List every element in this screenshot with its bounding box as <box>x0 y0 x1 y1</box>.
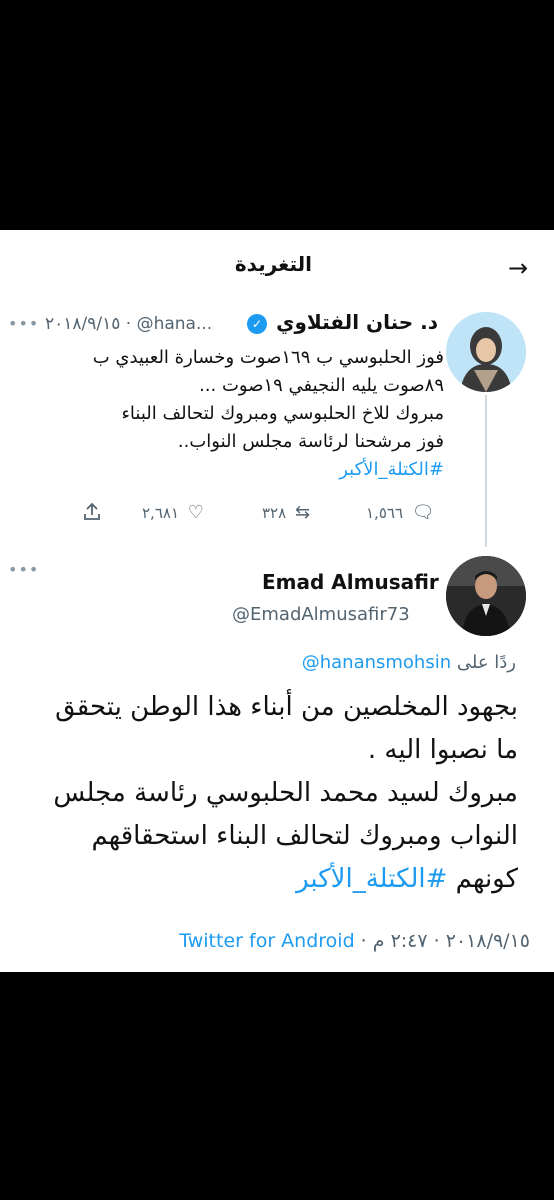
tweet-date: ٢٠١٨/٩/١٥ <box>445 930 530 952</box>
tweet-time: ٢:٤٧ م <box>372 930 428 952</box>
tweet2-text: بجهود المخلصين من أبناء هذا الوطن يتحقق … <box>18 686 518 901</box>
tweet1-hashtag[interactable]: #الكتلة_الأكبر <box>4 456 444 484</box>
page-title: التغريدة <box>234 252 312 276</box>
tweet2-line: النواب ومبروك لتحالف البناء استحقاقهم <box>91 821 518 851</box>
tweet2-line: كونهم #الكتلة_الأكبر <box>18 858 518 901</box>
tweet-detail-card: → التغريدة د. حنان الفتلاوي ✓ ٢٠١٨/٩/١٥ … <box>0 230 554 972</box>
comment-icon: 🗨 <box>411 502 435 523</box>
tweet1-line: مبروك للاخ الحلبوسي ومبروك لتحالف البناء <box>121 403 444 424</box>
avatar[interactable] <box>446 556 526 636</box>
arrow-right-icon[interactable]: → <box>508 256 528 280</box>
share-icon[interactable] <box>82 502 102 526</box>
like-count: ٢,٦٨١ <box>142 504 179 522</box>
tweet2-hashtag[interactable]: #الكتلة_الأكبر <box>296 864 447 894</box>
screen: → التغريدة د. حنان الفتلاوي ✓ ٢٠١٨/٩/١٥ … <box>0 0 554 1200</box>
more-options-icon[interactable]: ••• <box>8 560 39 579</box>
tweet2-author-name[interactable]: Emad Almusafir <box>262 570 439 594</box>
separator: · <box>433 930 440 952</box>
tweet1-line: فوز الحلبوسي ب ١٦٩صوت وخسارة العبيدي ب <box>92 347 444 368</box>
tweet1-meta: ٢٠١٨/٩/١٥ · @hana... <box>45 314 213 334</box>
retweet-button[interactable]: ٣٢٨ ⇆ <box>262 502 310 523</box>
more-options-icon[interactable]: ••• <box>8 314 39 333</box>
reply-button[interactable]: ١,٥٦٦ 🗨 <box>366 502 435 523</box>
tweet-source[interactable]: Twitter for Android <box>179 930 354 952</box>
heart-icon: ♡ <box>187 502 204 523</box>
tweet2-line: ما نصبوا اليه . <box>367 735 518 765</box>
tweet2-line: مبروك لسيد محمد الحلبوسي رئاسة مجلس <box>53 778 518 808</box>
tweet1-actions: ٢,٦٨١ ♡ ٣٢٨ ⇆ ١,٥٦٦ 🗨 <box>0 502 554 532</box>
retweet-icon: ⇆ <box>294 502 311 523</box>
tweet1-line: فوز مرشحنا لرئاسة مجلس النواب.. <box>177 431 444 452</box>
tweet2-author-handle[interactable]: @EmadAlmusafir73 <box>232 604 410 625</box>
header: → التغريدة <box>0 230 554 300</box>
tweet1-author-name[interactable]: د. حنان الفتلاوي <box>276 310 438 334</box>
tweet2-last-line-text: كونهم <box>455 864 518 894</box>
reply-to-handle[interactable]: @hanansmohsin <box>302 652 451 673</box>
tweet2-timestamp: ٢٠١٨/٩/١٥ · ٢:٤٧ م · Twitter for Android <box>179 930 530 952</box>
verified-badge-icon: ✓ <box>247 314 267 334</box>
tweet1-line: ٨٩صوت يليه النجيفي ١٩صوت ... <box>199 375 444 396</box>
tweet1-text: فوز الحلبوسي ب ١٦٩صوت وخسارة العبيدي ب ٨… <box>4 344 444 484</box>
separator: · <box>360 930 367 952</box>
reply-prefix: ردًا على <box>456 652 516 673</box>
reply-count: ١,٥٦٦ <box>366 504 403 522</box>
tweet2-line: بجهود المخلصين من أبناء هذا الوطن يتحقق <box>55 692 518 722</box>
avatar[interactable] <box>446 312 526 392</box>
reply-to-line: ردًا على @hanansmohsin <box>302 652 516 673</box>
retweet-count: ٣٢٨ <box>262 504 287 522</box>
like-button[interactable]: ٢,٦٨١ ♡ <box>142 502 204 523</box>
